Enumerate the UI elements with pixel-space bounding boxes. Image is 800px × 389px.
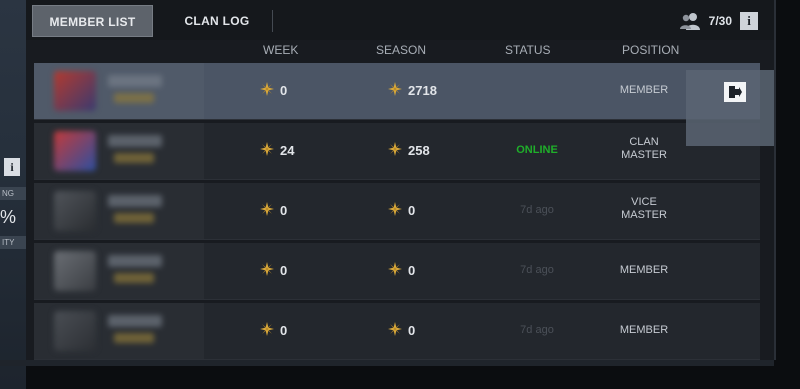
side-label: NG bbox=[0, 187, 26, 200]
avatar bbox=[54, 71, 96, 111]
star-icon bbox=[260, 202, 274, 219]
player-name-blurred bbox=[108, 135, 162, 147]
exit-icon[interactable] bbox=[724, 82, 746, 102]
season-stat: 258 bbox=[388, 142, 430, 159]
star-icon bbox=[388, 202, 402, 219]
player-cell bbox=[34, 123, 204, 179]
member-list: 0 2718 MEMBER 24 258 ONLINE CLAN MASTER 0 0 7d ag… bbox=[34, 63, 760, 363]
avatar bbox=[54, 131, 96, 171]
member-count-value: 7/30 bbox=[708, 14, 732, 28]
background-side-panel: i NG % ITY bbox=[0, 0, 26, 389]
star-icon bbox=[260, 142, 274, 159]
player-rank-blurred bbox=[114, 213, 154, 223]
position-text: VICE MASTER bbox=[621, 196, 667, 221]
column-season: SEASON bbox=[376, 43, 427, 57]
player-name-blurred bbox=[108, 195, 162, 207]
tab-member-list[interactable]: MEMBER LIST bbox=[32, 5, 153, 37]
season-stat: 0 bbox=[388, 322, 415, 339]
clan-panel: MEMBER LIST CLAN LOG 7/30 i WEEK SEASON … bbox=[26, 0, 776, 360]
side-label: ITY bbox=[0, 236, 26, 249]
member-row[interactable]: 24 258 ONLINE CLAN MASTER bbox=[34, 123, 760, 180]
status-text: 7d ago bbox=[520, 204, 554, 216]
position-text: MEMBER bbox=[619, 264, 669, 276]
week-stat: 0 bbox=[260, 262, 287, 279]
status-text: ONLINE bbox=[516, 144, 558, 156]
star-icon bbox=[260, 262, 274, 279]
week-value: 0 bbox=[280, 263, 288, 278]
panel-bottom-edge bbox=[0, 360, 774, 366]
avatar bbox=[54, 311, 96, 351]
star-icon bbox=[388, 142, 402, 159]
info-icon[interactable]: i bbox=[4, 158, 20, 176]
week-value: 0 bbox=[280, 203, 288, 218]
player-rank-blurred bbox=[114, 153, 154, 163]
player-name-blurred bbox=[108, 75, 162, 87]
member-count: 7/30 i bbox=[679, 10, 758, 32]
position-text: CLAN MASTER bbox=[621, 136, 667, 161]
season-value: 0 bbox=[408, 323, 416, 338]
column-position: POSITION bbox=[622, 43, 680, 57]
tab-clan-log[interactable]: CLAN LOG bbox=[171, 5, 263, 37]
people-icon bbox=[679, 12, 701, 30]
member-row[interactable]: 0 0 7d ago MEMBER bbox=[34, 303, 760, 360]
tab-divider bbox=[272, 10, 273, 32]
position-text: MEMBER bbox=[619, 84, 669, 96]
player-rank-blurred bbox=[114, 93, 154, 103]
week-stat: 0 bbox=[260, 82, 287, 99]
info-icon[interactable]: i bbox=[740, 12, 758, 30]
week-stat: 0 bbox=[260, 322, 287, 339]
season-value: 0 bbox=[408, 263, 416, 278]
side-percent: % bbox=[0, 207, 17, 227]
member-row[interactable]: 0 0 7d ago VICE MASTER bbox=[34, 183, 760, 240]
position-text: MEMBER bbox=[619, 324, 669, 336]
player-cell bbox=[34, 63, 204, 119]
week-stat: 24 bbox=[260, 142, 294, 159]
week-value: 24 bbox=[280, 143, 295, 158]
avatar bbox=[54, 251, 96, 291]
player-rank-blurred bbox=[114, 273, 154, 283]
member-row[interactable]: 0 2718 MEMBER bbox=[34, 63, 760, 120]
season-stat: 0 bbox=[388, 202, 415, 219]
player-name-blurred bbox=[108, 315, 162, 327]
player-name-blurred bbox=[108, 255, 162, 267]
table-header: WEEK SEASON STATUS POSITION bbox=[26, 40, 774, 60]
tab-bar: MEMBER LIST CLAN LOG 7/30 i bbox=[26, 0, 774, 40]
season-value: 2718 bbox=[408, 83, 437, 98]
week-value: 0 bbox=[280, 83, 288, 98]
week-value: 0 bbox=[280, 323, 288, 338]
star-icon bbox=[388, 82, 402, 99]
week-stat: 0 bbox=[260, 202, 287, 219]
column-week: WEEK bbox=[263, 43, 299, 57]
season-stat: 0 bbox=[388, 262, 415, 279]
column-status: STATUS bbox=[505, 43, 551, 57]
season-stat: 2718 bbox=[388, 82, 437, 99]
star-icon bbox=[260, 322, 274, 339]
player-cell bbox=[34, 183, 204, 239]
status-text: 7d ago bbox=[520, 264, 554, 276]
star-icon bbox=[388, 322, 402, 339]
player-rank-blurred bbox=[114, 333, 154, 343]
season-value: 0 bbox=[408, 203, 416, 218]
player-cell bbox=[34, 303, 204, 359]
star-icon bbox=[260, 82, 274, 99]
season-value: 258 bbox=[408, 143, 430, 158]
member-row[interactable]: 0 0 7d ago MEMBER bbox=[34, 243, 760, 300]
status-text: 7d ago bbox=[520, 324, 554, 336]
avatar bbox=[54, 191, 96, 231]
player-cell bbox=[34, 243, 204, 299]
star-icon bbox=[388, 262, 402, 279]
